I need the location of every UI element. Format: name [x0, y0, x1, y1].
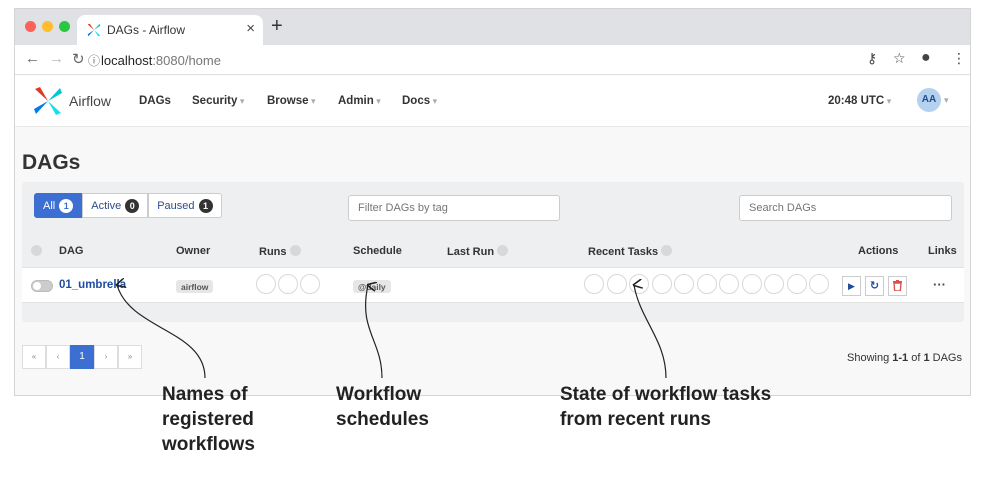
arrow-to-schedules: [364, 285, 383, 379]
arrow-to-recent-tasks: [634, 285, 667, 379]
callout-dag-names: Names of registered workflows: [162, 382, 255, 457]
callout-line: Workflow: [336, 384, 422, 405]
callout-line: Names of: [162, 384, 248, 405]
callout-schedules: Workflow schedules: [336, 382, 429, 432]
callout-line: workflows: [162, 434, 255, 455]
arrow-to-dag-names: [117, 285, 206, 379]
callout-recent-tasks: State of workflow tasks from recent runs: [560, 382, 771, 432]
callout-line: from recent runs: [560, 409, 711, 430]
figure: DAGs - Airflow × + ← → ↻ ⓘ localhost:808…: [0, 0, 992, 479]
callout-line: registered: [162, 409, 254, 430]
callout-arrows: [0, 0, 667, 379]
callout-line: schedules: [336, 409, 429, 430]
callout-line: State of workflow tasks: [560, 384, 772, 405]
